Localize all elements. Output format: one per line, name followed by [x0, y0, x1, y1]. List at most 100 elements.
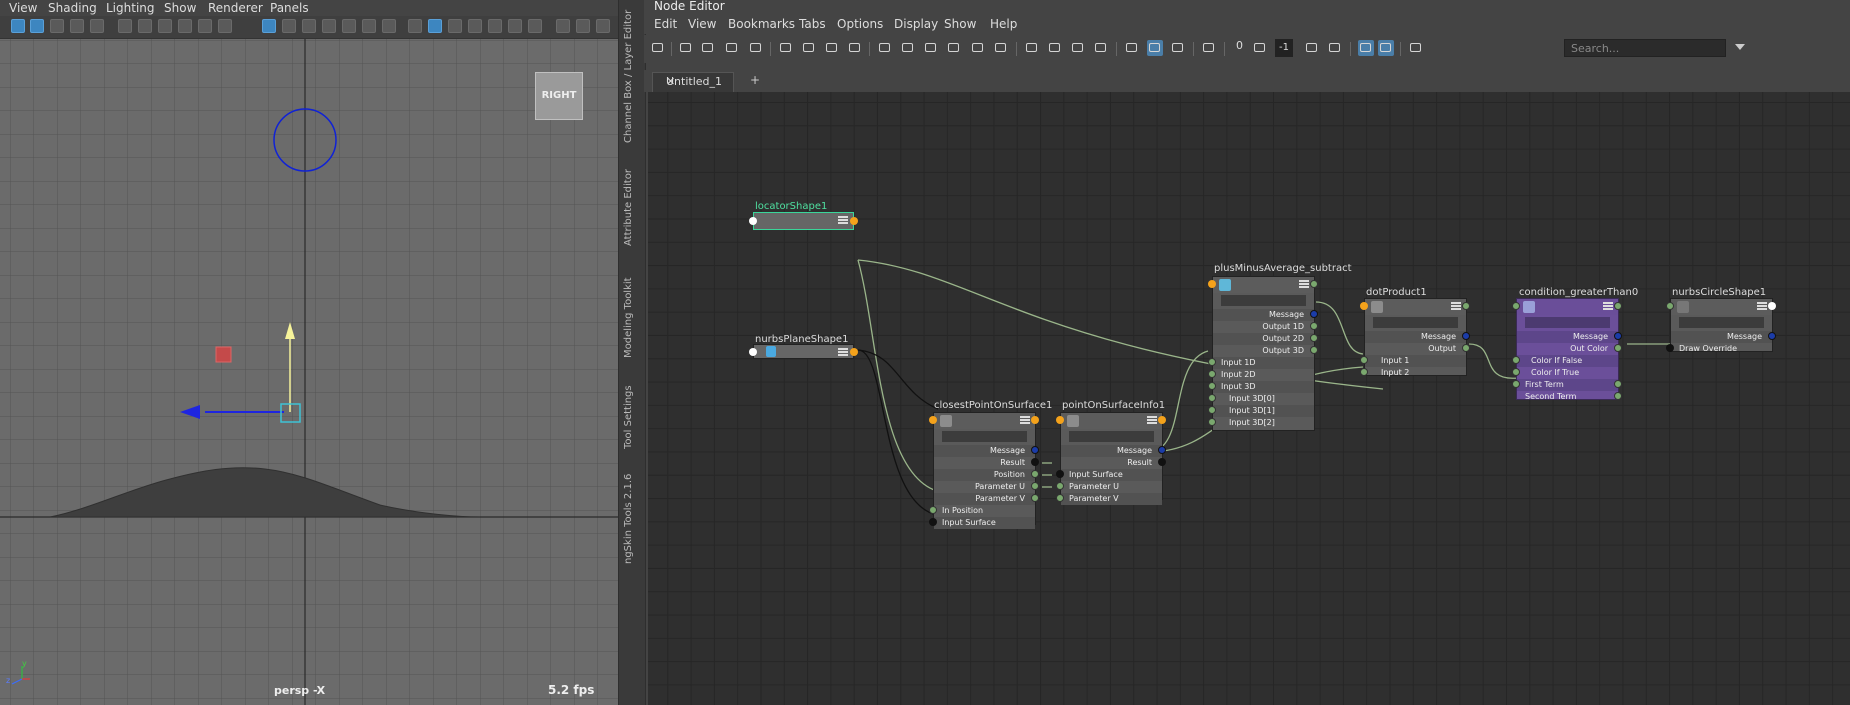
- sphere-toggle-icon[interactable]: [576, 19, 590, 33]
- port-in[interactable]: [1360, 302, 1368, 310]
- shader-swatch-icon[interactable]: [1124, 40, 1140, 56]
- port-color-if-false[interactable]: [1512, 356, 1520, 364]
- port-input-3d-0[interactable]: [1208, 394, 1216, 402]
- port-out[interactable]: [1462, 302, 1470, 310]
- graph-layout-icon[interactable]: [1170, 40, 1186, 56]
- port-result[interactable]: [1158, 458, 1166, 466]
- port-output-1d[interactable]: [1310, 322, 1318, 330]
- output-connections-icon[interactable]: [748, 40, 764, 56]
- ne-menu-options[interactable]: Options: [837, 17, 883, 31]
- port-in[interactable]: [1666, 302, 1674, 310]
- node-body[interactable]: Message Output Input 1 Input 2: [1364, 298, 1467, 377]
- node-menu-icon[interactable]: [1757, 302, 1767, 310]
- node-menu-icon[interactable]: [838, 216, 848, 224]
- resolution-gate-icon[interactable]: [138, 19, 152, 33]
- port-in[interactable]: [749, 217, 757, 225]
- tab-untitled-1[interactable]: Untitled_1 ✕: [652, 72, 734, 92]
- smooth-shade-icon[interactable]: [282, 19, 296, 33]
- node-body[interactable]: Message Output 1D Output 2D Output 3D In…: [1212, 276, 1315, 431]
- shadows-icon[interactable]: [342, 19, 356, 33]
- find-icon[interactable]: [970, 40, 986, 56]
- dots-grid-icon[interactable]: [1252, 40, 1268, 56]
- port-first-term[interactable]: [1512, 380, 1520, 388]
- node-body[interactable]: Message Result Input Surface Parameter U…: [1060, 412, 1163, 505]
- port-message[interactable]: [1614, 332, 1622, 340]
- select-camera-icon[interactable]: [11, 19, 25, 33]
- use-all-lights-icon[interactable]: [488, 19, 502, 33]
- port-out[interactable]: [1158, 416, 1166, 424]
- ne-menu-bookmarks[interactable]: Bookmarks: [728, 17, 795, 31]
- port-out[interactable]: [1031, 416, 1039, 424]
- search-dropdown-chevron-icon[interactable]: [1735, 44, 1745, 50]
- ne-menu-show[interactable]: Show: [944, 17, 976, 31]
- port-input-1d[interactable]: [1208, 358, 1216, 366]
- port-second-term[interactable]: [1614, 392, 1622, 400]
- antialias-icon[interactable]: [596, 19, 610, 33]
- port-result[interactable]: [1031, 458, 1039, 466]
- ne-menu-view[interactable]: View: [688, 17, 716, 31]
- port-input-1[interactable]: [1360, 356, 1368, 364]
- node-menu-icon[interactable]: [1451, 302, 1461, 310]
- port-out-color[interactable]: [1614, 344, 1622, 352]
- safe-action-icon[interactable]: [198, 19, 212, 33]
- port-param-u[interactable]: [1031, 482, 1039, 490]
- input-connections-icon[interactable]: [700, 40, 716, 56]
- xray-icon[interactable]: [448, 19, 462, 33]
- field-chart-icon[interactable]: [178, 19, 192, 33]
- port-out[interactable]: [1614, 302, 1622, 310]
- bookmark-edit-icon[interactable]: [1047, 40, 1063, 56]
- minus-one-field[interactable]: -1: [1275, 39, 1293, 57]
- default-material-icon[interactable]: [302, 19, 316, 33]
- light-bulb-icon[interactable]: [508, 19, 522, 33]
- tab-attribute-editor[interactable]: Attribute Editor: [623, 169, 634, 246]
- custom-mode-icon[interactable]: [946, 40, 962, 56]
- node-search-input[interactable]: Search...: [1564, 39, 1726, 57]
- simple-mode-icon[interactable]: [877, 40, 893, 56]
- view-cube[interactable]: RIGHT: [535, 72, 583, 120]
- add-selected-icon[interactable]: [778, 40, 794, 56]
- add-tab-button[interactable]: +: [750, 73, 760, 87]
- port-output-2d[interactable]: [1310, 334, 1318, 342]
- ne-menu-help[interactable]: Help: [990, 17, 1017, 31]
- ambient-occlusion-icon[interactable]: [362, 19, 376, 33]
- node-graph-active-icon[interactable]: [1147, 40, 1163, 56]
- port-in-position[interactable]: [929, 506, 937, 514]
- port-out[interactable]: [850, 217, 858, 225]
- swap-connections-icon[interactable]: [678, 40, 694, 56]
- node-body[interactable]: Message Draw Override: [1670, 298, 1773, 353]
- port-first-term-out[interactable]: [1614, 380, 1622, 388]
- pin-icon[interactable]: [1201, 40, 1217, 56]
- connected-mode-icon[interactable]: [900, 40, 916, 56]
- node-menu-icon[interactable]: [1020, 416, 1030, 424]
- tab-modeling-toolkit[interactable]: Modeling Toolkit: [623, 277, 634, 358]
- port-message[interactable]: [1031, 446, 1039, 454]
- port-param-v[interactable]: [1031, 494, 1039, 502]
- frame-selection-icon[interactable]: [1408, 40, 1424, 56]
- tab-ngskin-tools[interactable]: ngSkin Tools 2.1.6: [623, 474, 634, 564]
- sphere-icon[interactable]: [556, 19, 570, 33]
- graph-input-output-icon[interactable]: [650, 40, 666, 56]
- menu-view[interactable]: View: [9, 1, 37, 15]
- ne-menu-edit[interactable]: Edit: [654, 17, 677, 31]
- port-out[interactable]: [850, 348, 858, 356]
- menu-shading[interactable]: Shading: [48, 1, 97, 15]
- node-menu-icon[interactable]: [1299, 280, 1309, 288]
- full-mode-icon[interactable]: [923, 40, 939, 56]
- port-out[interactable]: [1310, 280, 1318, 288]
- port-input-3d-2[interactable]: [1208, 418, 1216, 426]
- wireframe-icon[interactable]: [262, 19, 276, 33]
- tab-tool-settings[interactable]: Tool Settings: [623, 385, 634, 449]
- node-body[interactable]: [753, 344, 854, 359]
- menu-renderer[interactable]: Renderer: [208, 1, 263, 15]
- frame-all-icon[interactable]: [993, 40, 1009, 56]
- node-body[interactable]: [753, 212, 854, 230]
- port-in[interactable]: [1056, 416, 1064, 424]
- port-param-v[interactable]: [1056, 494, 1064, 502]
- viewport-3d[interactable]: RIGHT y z persp -X 5.2 fps: [0, 39, 618, 705]
- node-menu-icon[interactable]: [1147, 416, 1157, 424]
- bookmark-icon[interactable]: [50, 19, 64, 33]
- shaded-cube-icon[interactable]: [428, 19, 442, 33]
- port-in[interactable]: [1208, 280, 1216, 288]
- grid-toggle-icon[interactable]: [90, 19, 104, 33]
- port-input-3d-1[interactable]: [1208, 406, 1216, 414]
